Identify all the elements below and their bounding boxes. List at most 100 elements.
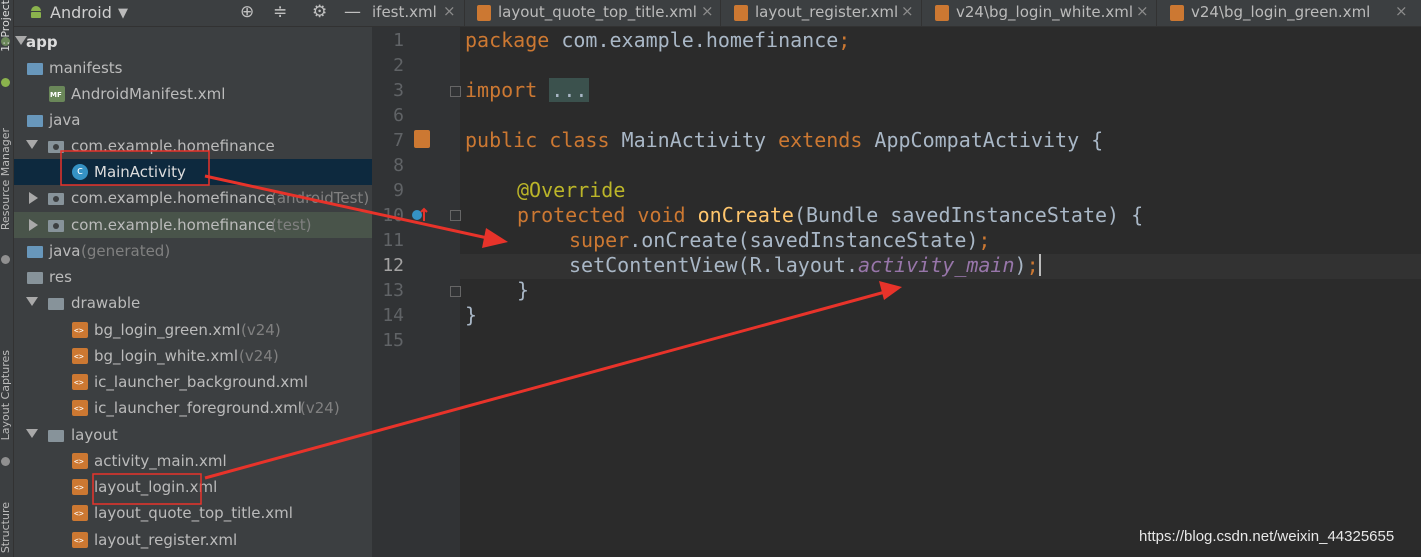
tool-window-strip: 1: Project Resource Manager Layout Captu… [0,0,14,557]
line-number: 1 [393,30,404,51]
text-caret [1038,254,1041,276]
tool-tab-resource-manager[interactable]: Resource Manager [0,128,12,230]
tree-item-activity-main[interactable]: activity_main.xml [14,448,372,474]
line-number: 14 [382,305,404,326]
code-line-9[interactable]: @Override [517,178,625,202]
tree-item-java[interactable]: java [14,107,372,133]
tree-item-res[interactable]: res [14,264,372,290]
tab-bg-login-white[interactable]: v24\bg_login_white.xml × [922,0,1157,26]
android-icon [31,6,41,18]
tree-item-layout-register[interactable]: layout_register.xml [14,527,372,553]
layout-file-gutter-icon[interactable] [414,130,430,148]
annotation-arrow-head [482,228,508,248]
line-number: 13 [382,280,404,301]
target-icon[interactable]: ⊕ [240,3,254,21]
tree-item-java-generated[interactable]: java (generated) [14,238,372,264]
tool-tab-structure[interactable]: Structure [0,502,12,553]
tool-tab-layout-captures[interactable]: Layout Captures [0,350,12,440]
line-number: 8 [393,155,404,176]
override-gutter-icon[interactable] [411,206,429,224]
tool-tab-project[interactable]: 1: Project [0,0,12,52]
xml-file-icon [72,453,88,469]
line-number: 15 [382,330,404,351]
xml-file-icon [734,5,748,21]
close-icon[interactable]: × [1395,2,1408,20]
tree-item-manifests[interactable]: manifests [14,55,372,81]
xml-file-icon [72,322,88,338]
tree-item-ic-launcher-foreground[interactable]: ic_launcher_foreground.xml (v24) [14,395,372,421]
code-line-1[interactable]: package com.example.homefinance; [465,28,850,52]
xml-file-icon [72,400,88,416]
line-number: 11 [382,230,404,251]
tree-item-layout-login[interactable]: layout_login.xml [14,474,372,500]
chevron-down-icon[interactable]: ▼ [118,6,128,21]
manifest-icon [49,86,65,102]
folder-icon [48,298,64,310]
project-panel: Android ▼ ⊕ ≑ ⚙ — app manifests AndroidM… [14,0,372,557]
captures-tool-icon [1,457,10,466]
resource-tool-icon [1,255,10,264]
package-icon [48,141,64,153]
line-number-current: 12 [382,255,404,276]
line-number: 2 [393,55,404,76]
tree-item-bg-login-green[interactable]: bg_login_green.xml (v24) [14,317,372,343]
code-line-10[interactable]: protected void onCreate(Bundle savedInst… [517,203,1143,227]
xml-file-icon [72,479,88,495]
tab-bg-login-green[interactable]: v24\bg_login_green.xml × [1157,0,1421,26]
tree-item-main-activity[interactable]: MainActivity [14,159,372,185]
tree-item-ic-launcher-background[interactable]: ic_launcher_background.xml [14,369,372,395]
collapse-arrow-icon[interactable] [29,192,38,204]
expand-arrow-icon[interactable] [26,297,38,306]
code-line-12[interactable]: setContentView(R.layout.activity_main); [569,253,1041,277]
close-icon[interactable]: × [901,2,914,20]
tree-item-app[interactable]: app [14,29,372,55]
tree-item-layout-quote-top-title[interactable]: layout_quote_top_title.xml [14,500,372,526]
collapse-icon[interactable]: ≑ [273,3,287,21]
tab-manifest[interactable]: ifest.xml × [372,0,465,26]
class-icon [72,164,88,180]
tab-layout-register[interactable]: layout_register.xml × [721,0,922,26]
tree-item-bg-login-white[interactable]: bg_login_white.xml (v24) [14,343,372,369]
project-panel-header: Android ▼ ⊕ ≑ ⚙ — [14,0,372,27]
tree-item-drawable[interactable]: drawable [14,290,372,316]
xml-file-icon [1170,5,1184,21]
tab-layout-quote-top-title[interactable]: layout_quote_top_title.xml × [465,0,721,26]
xml-file-icon [935,5,949,21]
folder-icon [48,430,64,442]
xml-file-icon [72,348,88,364]
xml-file-icon [477,5,491,21]
tree-item-package-test[interactable]: com.example.homefinance (test) [14,212,372,238]
line-number: 7 [393,130,404,151]
folder-icon [27,246,43,258]
view-mode-label[interactable]: Android [50,3,112,22]
code-line-11[interactable]: super.onCreate(savedInstanceState); [569,228,990,252]
editor-tab-bar: ifest.xml × layout_quote_top_title.xml ×… [372,0,1421,27]
xml-file-icon [72,374,88,390]
line-number: 3 [393,80,404,101]
package-icon [48,193,64,205]
minimize-icon[interactable]: — [344,3,361,21]
folder-icon [27,272,43,284]
gear-icon[interactable]: ⚙ [312,3,327,21]
code-line-7[interactable]: public class MainActivity extends AppCom… [465,128,1103,152]
tree-item-android-manifest[interactable]: AndroidManifest.xml [14,81,372,107]
import-fold-placeholder[interactable]: ... [549,78,590,102]
fold-marker-icon[interactable] [450,86,461,97]
code-line-13[interactable]: } [517,278,529,302]
tree-item-layout[interactable]: layout [14,422,372,448]
code-line-14[interactable]: } [465,303,477,327]
close-icon[interactable]: × [443,2,456,20]
fold-marker-icon[interactable] [450,286,461,297]
folder-icon [27,63,43,75]
tree-item-package-main[interactable]: com.example.homefinance [14,133,372,159]
expand-arrow-icon[interactable] [26,140,38,149]
watermark: https://blog.csdn.net/weixin_44325655 [1139,528,1395,545]
line-number: 10 [382,205,404,226]
tree-item-package-androidtest[interactable]: com.example.homefinance (androidTest) [14,185,372,211]
collapse-arrow-icon[interactable] [29,219,38,231]
expand-arrow-icon[interactable] [26,429,38,438]
close-icon[interactable]: × [1136,2,1149,20]
code-line-3[interactable]: import ... [465,78,590,102]
fold-marker-icon[interactable] [450,210,461,221]
close-icon[interactable]: × [701,2,714,20]
